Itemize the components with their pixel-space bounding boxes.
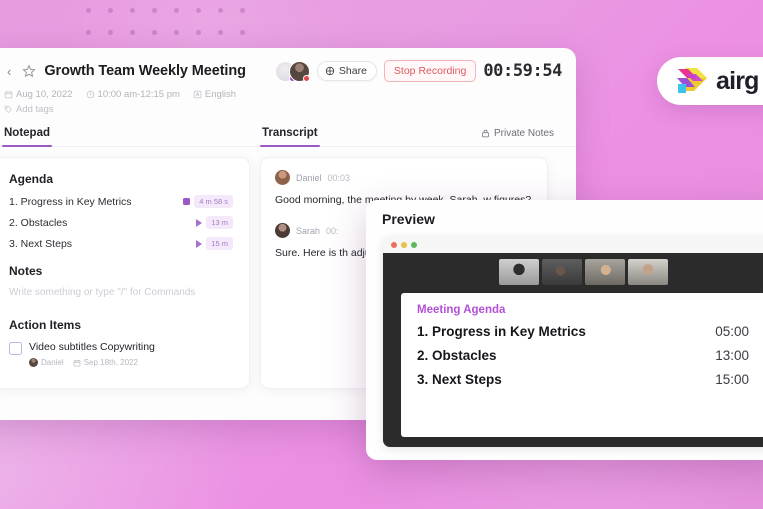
meeting-metadata-row: Aug 10, 2022 10:00 am-12:15 pm English	[0, 84, 576, 100]
participant-thumbnail[interactable]	[584, 259, 625, 285]
private-notes-label: Private Notes	[493, 128, 554, 139]
maximize-icon[interactable]	[411, 242, 417, 248]
browser-title-bar	[383, 237, 763, 253]
calendar-icon	[4, 91, 13, 99]
participant-avatar-group[interactable]	[274, 60, 310, 82]
language-icon	[193, 90, 202, 99]
notes-heading: Notes	[9, 264, 43, 278]
meeting-language: English	[193, 89, 236, 100]
browser-mock-window: Meeting Agenda 1. Progress in Key Metric…	[383, 237, 763, 447]
star-icon[interactable]	[22, 64, 37, 78]
tab-bar: Notepad Transcript Private Notes	[0, 117, 576, 147]
slide-title: Meeting Agenda	[417, 304, 506, 316]
meeting-time-text: 10:00 am-12:15 pm	[97, 89, 180, 100]
agenda-item[interactable]: 1. Progress in Key Metrics 4 m 58 s	[9, 195, 233, 208]
slide-agenda-row: 3. Next Steps 15:00	[417, 372, 749, 387]
action-items-heading: Action Items	[9, 318, 82, 332]
action-item-due-date: Sep 18th, 2022	[83, 358, 138, 367]
private-notes-button[interactable]: Private Notes	[481, 128, 554, 146]
avatar	[275, 223, 290, 239]
screenshot-stage: ‹ Growth Team Weekly Meeting Share Stop …	[0, 0, 763, 509]
participant-thumbnail-strip	[383, 253, 763, 285]
recording-timer: 00:59:54	[483, 61, 562, 81]
notes-input[interactable]: Write something or type "/" for Commands	[9, 287, 233, 298]
notepad-pane: Agenda 1. Progress in Key Metrics 4 m 58…	[0, 157, 250, 389]
agenda-item-duration: 4 m 58 s	[194, 195, 233, 208]
meeting-date-text: Aug 10, 2022	[16, 89, 73, 100]
tag-icon	[4, 105, 13, 114]
clock-icon	[86, 90, 94, 99]
agenda-item[interactable]: 2. Obstacles 13 m	[9, 216, 233, 229]
airgram-arrow-logo	[677, 68, 707, 93]
meeting-time: 10:00 am-12:15 pm	[86, 89, 180, 100]
agenda-slide: Meeting Agenda 1. Progress in Key Metric…	[401, 293, 763, 437]
tab-transcript[interactable]: Transcript	[260, 127, 320, 147]
play-triangle-icon[interactable]	[196, 218, 203, 227]
meeting-language-text: English	[204, 89, 237, 100]
transcript-speaker: Sarah	[296, 225, 321, 236]
transcript-speaker: Daniel	[296, 172, 322, 183]
share-icon	[325, 66, 335, 76]
chevron-left-icon[interactable]: ‹	[4, 63, 14, 80]
participant-thumbnail[interactable]	[541, 259, 582, 285]
close-icon[interactable]	[391, 242, 397, 248]
agenda-item-label: 2. Obstacles	[9, 216, 68, 229]
slide-agenda-time: 15:00	[715, 372, 749, 387]
video-slide-stage: Meeting Agenda 1. Progress in Key Metric…	[383, 253, 763, 447]
add-tags-row[interactable]: Add tags	[0, 100, 576, 117]
titlebar-actions: Share Stop Recording 00:59:54	[274, 60, 562, 82]
share-button[interactable]: Share	[316, 61, 377, 81]
avatar	[29, 358, 38, 367]
airgram-logo-text: airg	[716, 66, 759, 95]
avatar	[275, 170, 290, 185]
slide-agenda-label: 3. Next Steps	[417, 372, 502, 387]
avatar[interactable]	[288, 60, 310, 82]
play-triangle-icon[interactable]	[196, 239, 203, 248]
airgram-logo-pill: airg	[657, 57, 763, 105]
preview-panel: Preview Meeting Agenda 1. Progress in Ke…	[366, 200, 763, 460]
action-item-assignee: Daniel	[41, 358, 64, 367]
slide-agenda-label: 1. Progress in Key Metrics	[417, 324, 586, 339]
agenda-item-label: 3. Next Steps	[9, 237, 73, 250]
action-item-text: Video subtitles Copywriting	[29, 341, 155, 353]
agenda-item-duration: 13 m	[206, 216, 233, 229]
action-item-meta: Daniel Sep 18th, 2022	[29, 358, 155, 367]
participant-thumbnail[interactable]	[627, 259, 668, 285]
meeting-date: Aug 10, 2022	[4, 89, 73, 100]
checkbox-empty-icon[interactable]	[9, 342, 22, 355]
slide-agenda-row: 2. Obstacles 13:00	[417, 348, 749, 363]
stop-recording-button[interactable]: Stop Recording	[383, 60, 477, 82]
add-tags-label: Add tags	[16, 104, 54, 115]
slide-agenda-time: 13:00	[715, 348, 749, 363]
app-titlebar: ‹ Growth Team Weekly Meeting Share Stop …	[0, 48, 576, 84]
transcript-timestamp[interactable]: 00:03	[328, 173, 351, 183]
page-title: Growth Team Weekly Meeting	[44, 63, 246, 79]
preview-title: Preview	[382, 211, 435, 227]
agenda-item[interactable]: 3. Next Steps 15 m	[9, 237, 233, 250]
transcript-entry-header: Daniel 00:03	[275, 170, 533, 185]
decorative-dot-grid	[86, 8, 262, 52]
share-label: Share	[338, 65, 367, 77]
action-item[interactable]: Video subtitles Copywriting Daniel Sep 1	[9, 341, 233, 367]
slide-agenda-row: 1. Progress in Key Metrics 05:00	[417, 324, 749, 339]
agenda-item-duration: 15 m	[206, 237, 233, 250]
agenda-heading: Agenda	[9, 172, 54, 186]
agenda-item-label: 1. Progress in Key Metrics	[9, 195, 132, 208]
transcript-timestamp[interactable]: 00:	[326, 226, 339, 236]
slide-agenda-label: 2. Obstacles	[417, 348, 497, 363]
minimize-icon[interactable]	[401, 242, 407, 248]
slide-agenda-time: 05:00	[715, 324, 749, 339]
stop-square-icon[interactable]	[183, 198, 191, 205]
calendar-icon	[73, 359, 81, 366]
participant-thumbnail[interactable]	[498, 259, 539, 285]
tab-notepad[interactable]: Notepad	[2, 127, 52, 147]
add-tags-button[interactable]: Add tags	[4, 104, 54, 115]
lock-icon	[482, 129, 489, 138]
